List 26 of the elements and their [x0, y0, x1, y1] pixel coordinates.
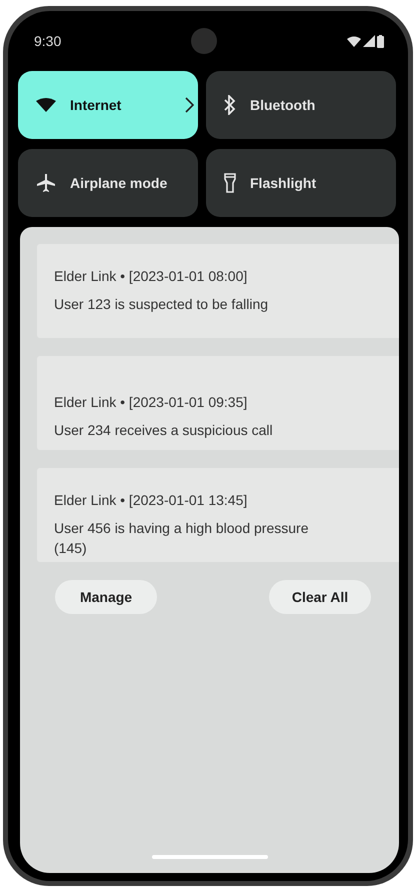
notification-message: User 123 is suspected to be falling	[54, 295, 270, 314]
quick-settings-tile[interactable]: Internet	[18, 71, 198, 139]
wifi-signal-icon	[347, 36, 361, 46]
notification-header: Elder Link • [2023-01-01 13:45]	[54, 492, 248, 508]
notification-card[interactable]: Elder Link • [2023-01-01 08:00] User 123 is suspected to be falling	[37, 244, 399, 338]
cell-signal-icon	[363, 35, 375, 47]
chevron-icon	[185, 97, 194, 113]
camera-cutout	[191, 28, 218, 54]
status-time: 9:30	[34, 33, 62, 49]
clear-all-button[interactable]: Clear All	[269, 580, 371, 614]
notification-card[interactable]: Elder Link • [2023-01-01 13:45] User 456 is having a high blood pressure (145)	[37, 468, 399, 562]
battery-icon	[377, 34, 384, 48]
notification-header: Elder Link • [2023-01-01 09:35]	[54, 394, 248, 410]
quick-settings-tile[interactable]: Bluetooth	[206, 71, 396, 139]
bluetooth-icon	[224, 95, 236, 115]
notification-header: Elder Link • [2023-01-01 08:00]	[54, 268, 248, 284]
notification-message: User 456 is having a high blood pressure (145)	[54, 519, 310, 558]
flashlight-icon	[224, 173, 236, 193]
notification-message: User 234 receives a suspicious call	[54, 421, 274, 440]
quick-settings-tile[interactable]: Flashlight	[206, 149, 396, 217]
wifi-icon	[36, 98, 56, 112]
quick-settings-tile[interactable]: Airplane mode	[18, 149, 198, 217]
home-indicator[interactable]	[152, 855, 268, 859]
notification-card[interactable]: Elder Link • [2023-01-01 09:35] User 234 receives a suspicious call	[37, 356, 399, 450]
airplane-icon	[36, 173, 56, 193]
manage-button[interactable]: Manage	[55, 580, 157, 614]
